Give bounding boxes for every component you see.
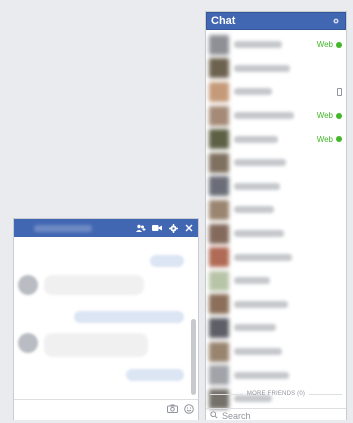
online-dot-icon [336, 112, 342, 119]
friend-name [234, 277, 270, 285]
friend-name [234, 41, 282, 49]
friend-name [234, 300, 288, 308]
friend-name [234, 182, 280, 190]
friend-row[interactable]: Web [206, 127, 346, 151]
friend-row[interactable] [206, 269, 346, 293]
avatar [209, 152, 229, 173]
friend-name [234, 135, 278, 143]
friend-row[interactable] [206, 57, 346, 81]
friend-row[interactable] [206, 316, 346, 340]
friend-row[interactable] [206, 198, 346, 222]
friend-row[interactable] [206, 363, 346, 387]
chat-header[interactable]: Chat [206, 12, 346, 30]
avatar [209, 34, 229, 55]
friend-name [234, 88, 272, 96]
online-status: Web [317, 40, 342, 49]
avatar [18, 275, 38, 295]
friend-name [234, 324, 276, 332]
message-bubble-outgoing [150, 255, 184, 267]
conversation-header[interactable] [14, 219, 198, 237]
more-friends-divider: MORE FRIENDS (0) [206, 391, 346, 397]
friend-name [234, 64, 290, 72]
avatar [18, 333, 38, 353]
online-status: Web [317, 111, 342, 120]
status-label: Web [316, 111, 333, 121]
message-bubble-incoming [44, 275, 144, 295]
status-label: Web [316, 40, 333, 50]
message-bubble-incoming [44, 333, 148, 357]
friend-name [234, 253, 292, 261]
avatar [209, 317, 229, 338]
chat-title: Chat [211, 15, 236, 27]
avatar [209, 58, 229, 79]
avatar [209, 176, 229, 197]
close-icon[interactable] [184, 223, 194, 233]
online-dot-icon [336, 136, 342, 143]
friend-name [234, 348, 282, 356]
friend-row[interactable]: Web [206, 33, 346, 57]
online-dot-icon [336, 41, 342, 48]
friend-name [234, 159, 286, 167]
gear-icon[interactable] [168, 223, 178, 233]
emoji-icon[interactable] [184, 403, 194, 417]
chat-search[interactable]: Search [206, 408, 346, 423]
friend-row[interactable] [206, 340, 346, 364]
scrollbar[interactable] [191, 319, 196, 395]
conversation-name[interactable] [34, 224, 92, 232]
avatar [209, 105, 229, 126]
friend-name [234, 112, 294, 120]
camera-icon[interactable] [167, 404, 178, 416]
friend-list: Web Web Web [206, 33, 346, 411]
video-call-icon[interactable] [152, 223, 162, 233]
avatar [209, 341, 229, 362]
avatar [209, 294, 229, 315]
conversation-window [13, 218, 199, 420]
message-bubble-outgoing [74, 311, 184, 323]
avatar [209, 247, 229, 268]
avatar [209, 129, 229, 150]
online-status: Web [317, 135, 342, 144]
friend-row[interactable] [206, 245, 346, 269]
chat-sidebar: Chat Web Web Web MORE FRIENDS (0) Search [205, 11, 347, 423]
gear-icon[interactable] [331, 16, 341, 26]
friend-row[interactable] [206, 222, 346, 246]
conversation-footer [14, 399, 198, 420]
message-bubble-outgoing [126, 369, 184, 381]
friend-name [234, 206, 274, 214]
friend-row[interactable] [206, 80, 346, 104]
friend-row[interactable] [206, 293, 346, 317]
avatar [209, 270, 229, 291]
avatar [209, 223, 229, 244]
friend-name [234, 371, 289, 379]
friend-row[interactable]: Web [206, 104, 346, 128]
avatar [209, 81, 229, 102]
add-people-icon[interactable] [136, 223, 146, 233]
friend-name [234, 230, 284, 238]
friend-row[interactable] [206, 175, 346, 199]
friend-row[interactable] [206, 151, 346, 175]
avatar [209, 199, 229, 220]
avatar [209, 365, 229, 386]
status-label: Web [316, 134, 333, 144]
mobile-icon [337, 87, 342, 96]
more-friends-label: MORE FRIENDS (0) [246, 391, 306, 397]
message-thread [14, 237, 198, 400]
